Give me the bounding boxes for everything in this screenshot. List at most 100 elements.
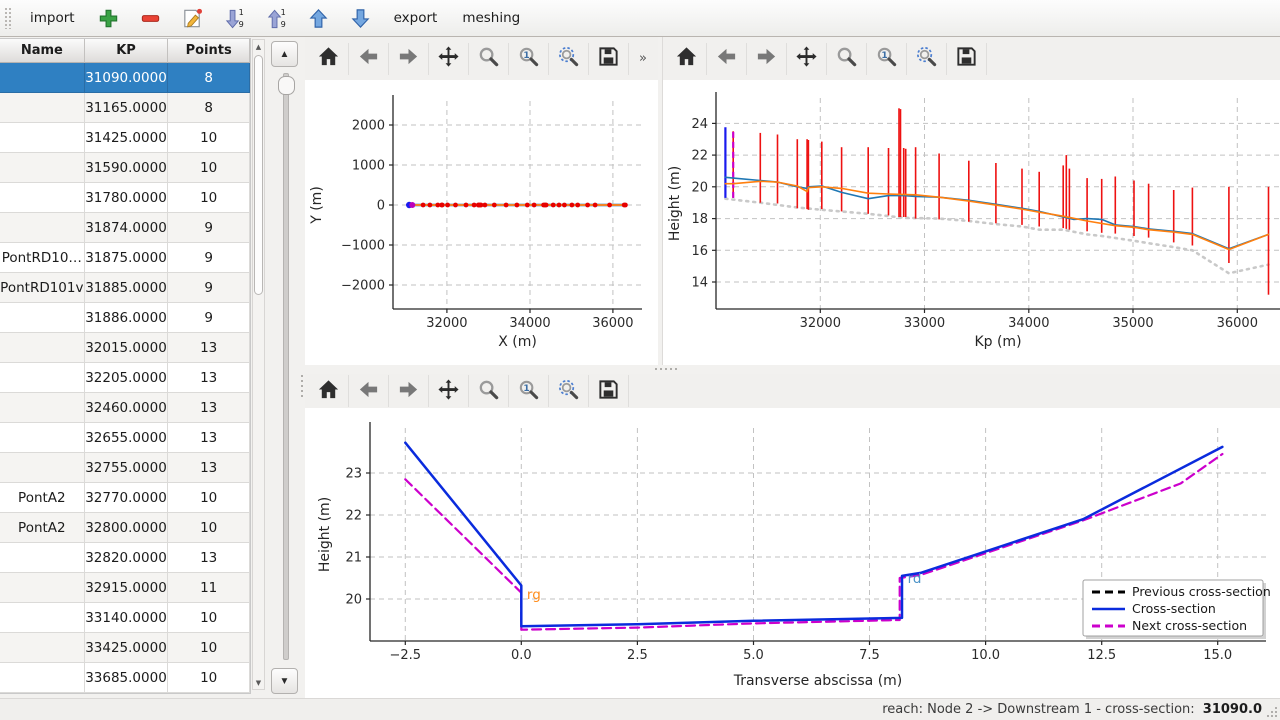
back-button[interactable] [707, 43, 747, 75]
profile-view-widget: 1 3200033000340003500036000141618202224K… [662, 37, 1280, 365]
table-row[interactable]: 31780.000010 [0, 183, 250, 213]
forward-button[interactable] [747, 43, 787, 75]
zoom-original-button[interactable]: 1 [867, 43, 907, 75]
toolbar-overflow-button[interactable]: » [631, 51, 655, 66]
zoom-button[interactable] [469, 43, 509, 75]
table-row[interactable]: PontA232800.000010 [0, 513, 250, 543]
home-button[interactable] [667, 43, 707, 75]
slider-track[interactable] [283, 73, 289, 660]
table-row[interactable]: 32015.000013 [0, 333, 250, 363]
zoom-original-button[interactable]: 1 [509, 43, 549, 75]
sort-ascending-button[interactable]: 19 [260, 4, 293, 33]
table-row[interactable]: 32755.000013 [0, 453, 250, 483]
forward-button[interactable] [389, 375, 429, 407]
table-row[interactable]: PontRD101v31885.00009 [0, 273, 250, 303]
zoom-button[interactable] [469, 375, 509, 407]
table-row[interactable]: 32205.000013 [0, 363, 250, 393]
table-row[interactable]: 32655.000013 [0, 423, 250, 453]
zoom-selection-button[interactable] [549, 375, 589, 407]
move-down-button[interactable] [344, 4, 377, 33]
svg-text:21: 21 [345, 551, 362, 566]
table-row[interactable]: 33685.000010 [0, 663, 250, 693]
column-header-kp[interactable]: KP [85, 39, 169, 63]
pan-button[interactable] [429, 375, 469, 407]
table-row[interactable]: 31874.00009 [0, 213, 250, 243]
zoom-button[interactable] [827, 43, 867, 75]
svg-text:10.0: 10.0 [971, 648, 1000, 663]
plan-view-canvas[interactable]: 320003400036000−2000−1000010002000X (m)Y… [305, 80, 658, 365]
table-row[interactable]: 33425.000010 [0, 633, 250, 663]
cell-name [0, 543, 85, 573]
table-row[interactable]: 31165.00008 [0, 93, 250, 123]
table-row[interactable]: 31590.000010 [0, 153, 250, 183]
table-row[interactable]: 31090.00008 [0, 63, 250, 93]
pan-button[interactable] [787, 43, 827, 75]
sort-descending-button[interactable]: 19 [218, 4, 251, 33]
zoom-selection-button[interactable] [549, 43, 589, 75]
cell-name: PontRD101v [0, 273, 85, 303]
status-bar: reach: Node 2 -> Downstream 1 - cross-se… [0, 698, 1280, 720]
table-row[interactable]: 31886.00009 [0, 303, 250, 333]
svg-text:Cross-section: Cross-section [1132, 601, 1216, 616]
svg-text:0: 0 [377, 199, 385, 214]
pan-button[interactable] [429, 43, 469, 75]
cell-points: 9 [168, 303, 250, 333]
slider-handle[interactable] [278, 76, 295, 95]
table-scroll-up-button[interactable]: ▲ [253, 40, 264, 53]
save-button[interactable] [589, 43, 629, 75]
cross-section-canvas[interactable]: −2.50.02.55.07.510.012.515.020212223Tran… [305, 408, 1280, 698]
export-button[interactable]: export [386, 6, 446, 30]
table-row[interactable]: 32915.000011 [0, 573, 250, 603]
toolbar-grip-icon[interactable] [4, 7, 11, 29]
save-button[interactable] [589, 375, 629, 407]
next-section-button[interactable]: ▼ [271, 668, 298, 694]
profile-view-canvas[interactable]: 3200033000340003500036000141618202224Kp … [663, 80, 1280, 365]
meshing-button[interactable]: meshing [454, 6, 528, 30]
table-row[interactable]: 31425.000010 [0, 123, 250, 153]
back-button[interactable] [349, 375, 389, 407]
edit-cross-section-button[interactable] [176, 4, 209, 33]
save-button[interactable] [947, 43, 987, 75]
zoom-selection-button[interactable] [907, 43, 947, 75]
svg-text:1: 1 [238, 7, 243, 17]
add-cross-section-button[interactable] [92, 4, 125, 33]
svg-text:20: 20 [345, 593, 362, 608]
arrow-down-icon [348, 6, 373, 31]
cross-section-table[interactable]: NameKPPoints 31090.0000831165.0000831425… [0, 38, 251, 694]
table-scrollbar-thumb[interactable] [254, 55, 263, 295]
cell-kp: 31875.0000 [85, 243, 169, 273]
import-button[interactable]: import [22, 6, 83, 30]
cross-section-view-plot[interactable]: −2.50.02.55.07.510.012.515.020212223Tran… [305, 408, 1280, 698]
table-row[interactable]: PontA232770.000010 [0, 483, 250, 513]
column-header-points[interactable]: Points [168, 39, 250, 63]
add-icon [96, 6, 121, 31]
table-scrollbar[interactable]: ▲ ▼ [252, 39, 265, 690]
home-icon [675, 45, 698, 72]
svg-text:X (m): X (m) [498, 334, 537, 350]
profile-view-plot[interactable]: 3200033000340003500036000141618202224Kp … [663, 80, 1280, 365]
svg-text:0.0: 0.0 [511, 648, 532, 663]
remove-cross-section-button[interactable] [134, 4, 167, 33]
forward-button[interactable] [389, 43, 429, 75]
home-button[interactable] [309, 43, 349, 75]
table-row[interactable]: 33140.000010 [0, 603, 250, 633]
move-up-button[interactable] [302, 4, 335, 33]
horizontal-splitter[interactable] [305, 365, 1280, 374]
back-button[interactable] [349, 43, 389, 75]
svg-text:Height (m): Height (m) [667, 166, 683, 241]
cross-section-toolbar: 1 [305, 374, 1280, 408]
svg-text:1: 1 [280, 7, 285, 17]
resize-grip-icon[interactable] [1275, 715, 1277, 717]
table-row[interactable]: PontRD10…31875.00009 [0, 243, 250, 273]
table-row[interactable]: 32460.000013 [0, 393, 250, 423]
previous-section-button[interactable]: ▲ [271, 41, 298, 67]
column-header-name[interactable]: Name [0, 39, 85, 63]
home-button[interactable] [309, 375, 349, 407]
table-scroll-down-button[interactable]: ▼ [253, 676, 264, 689]
zoom-original-button[interactable]: 1 [509, 375, 549, 407]
cell-kp: 31874.0000 [85, 213, 169, 243]
svg-text:23: 23 [345, 467, 362, 482]
table-row[interactable]: 32820.000013 [0, 543, 250, 573]
svg-text:rd: rd [908, 571, 922, 587]
plan-view-plot[interactable]: 320003400036000−2000−1000010002000X (m)Y… [305, 80, 658, 365]
